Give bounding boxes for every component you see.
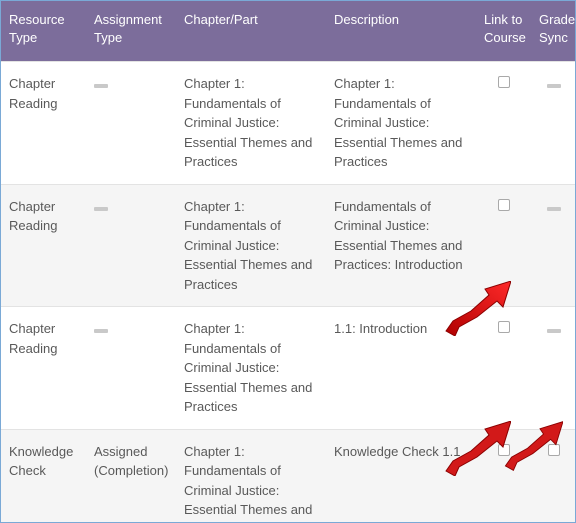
dash-icon [94,84,108,88]
col-grade-sync: Grade Sync [531,1,576,62]
cell-link-to-course [476,307,531,430]
col-assignment-type: Assignment Type [86,1,176,62]
table-row: Chapter Reading Chapter 1: Fundamentals … [1,62,576,185]
link-to-course-checkbox[interactable] [498,444,510,456]
cell-description: Knowledge Check 1.1 [326,429,476,523]
dash-icon [94,329,108,333]
cell-chapter-part: Chapter 1: Fundamentals of Criminal Just… [176,307,326,430]
cell-resource-type: Knowledge Check [1,429,86,523]
cell-link-to-course [476,62,531,185]
content-table: Resource Type Assignment Type Chapter/Pa… [1,1,576,523]
cell-assignment-type [86,62,176,185]
link-to-course-checkbox[interactable] [498,321,510,333]
cell-grade-sync [531,429,576,523]
cell-assignment-type: Assigned (Completion) [86,429,176,523]
col-chapter-part: Chapter/Part [176,1,326,62]
cell-assignment-type [86,184,176,307]
grade-sync-checkbox[interactable] [548,444,560,456]
link-to-course-checkbox[interactable] [498,199,510,211]
cell-grade-sync [531,184,576,307]
dash-icon [547,207,561,211]
cell-description: Fundamentals of Criminal Justice: Essent… [326,184,476,307]
content-table-container: Resource Type Assignment Type Chapter/Pa… [0,0,576,523]
col-description: Description [326,1,476,62]
dash-icon [94,207,108,211]
cell-resource-type: Chapter Reading [1,184,86,307]
cell-assignment-type [86,307,176,430]
dash-icon [547,329,561,333]
cell-link-to-course [476,429,531,523]
table-row: Chapter Reading Chapter 1: Fundamentals … [1,307,576,430]
dash-icon [547,84,561,88]
cell-chapter-part: Chapter 1: Fundamentals of Criminal Just… [176,184,326,307]
header-row: Resource Type Assignment Type Chapter/Pa… [1,1,576,62]
cell-description: 1.1: Introduction [326,307,476,430]
col-link-to-course: Link to Course [476,1,531,62]
cell-resource-type: Chapter Reading [1,307,86,430]
cell-grade-sync [531,307,576,430]
cell-resource-type: Chapter Reading [1,62,86,185]
col-resource-type: Resource Type [1,1,86,62]
cell-description: Chapter 1: Fundamentals of Criminal Just… [326,62,476,185]
table-row: Knowledge Check Assigned (Completion) Ch… [1,429,576,523]
table-row: Chapter Reading Chapter 1: Fundamentals … [1,184,576,307]
cell-grade-sync [531,62,576,185]
cell-link-to-course [476,184,531,307]
link-to-course-checkbox[interactable] [498,76,510,88]
cell-chapter-part: Chapter 1: Fundamentals of Criminal Just… [176,429,326,523]
cell-chapter-part: Chapter 1: Fundamentals of Criminal Just… [176,62,326,185]
